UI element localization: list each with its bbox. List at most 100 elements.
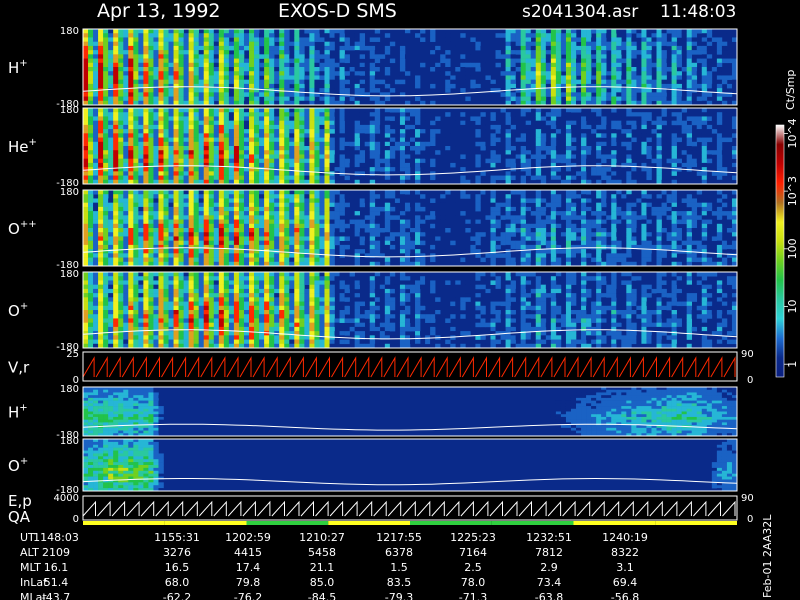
- spectrogram-cell: [420, 37, 426, 42]
- spectrogram-cell: [284, 33, 290, 38]
- spectrogram-cell: [238, 75, 245, 80]
- spectrogram-cell: [198, 83, 205, 89]
- spectrogram-cell: [88, 50, 94, 55]
- spectrogram-cell: [168, 150, 174, 155]
- spectrogram-cell: [208, 45, 215, 51]
- spectrogram-cell: [243, 58, 250, 64]
- spectrogram-cell: [208, 54, 215, 59]
- spectrogram-cell: [299, 158, 305, 164]
- spectrogram-cell: [410, 232, 416, 237]
- spectrogram-cell: [269, 133, 275, 138]
- spectrogram-cell: [213, 190, 220, 195]
- spectrogram-cell: [203, 37, 210, 42]
- spectrogram-cell: [218, 167, 225, 172]
- spectrogram-cell: [203, 202, 210, 208]
- spectrogram-cell: [158, 223, 164, 229]
- spectrogram-cell: [641, 120, 647, 126]
- spectrogram-cell: [289, 211, 295, 216]
- spectrogram-cell: [208, 37, 215, 42]
- spectrogram-cell: [701, 175, 708, 181]
- spectrogram-cell: [671, 58, 677, 64]
- spectrogram-cell: [379, 124, 386, 130]
- spectrogram-cell: [691, 120, 698, 126]
- spectrogram-cell: [289, 228, 295, 233]
- spectrogram-cell: [203, 88, 210, 93]
- spectrogram-cell: [319, 88, 325, 93]
- spectrogram-cell: [550, 120, 557, 126]
- spectrogram-cell: [611, 167, 617, 172]
- spectrogram-cell: [500, 108, 506, 113]
- spectrogram-cell: [384, 45, 391, 51]
- spectrogram-cell: [525, 190, 532, 195]
- spectrogram-cell: [249, 236, 255, 241]
- spectrogram-cell: [430, 257, 436, 263]
- spectrogram-cell: [324, 41, 330, 47]
- spectrogram-cell: [183, 167, 189, 172]
- spectrogram-cell: [651, 62, 657, 68]
- spectrogram-cell: [294, 71, 300, 76]
- spectrogram-cell: [233, 67, 240, 72]
- spectrogram-cell: [631, 137, 637, 143]
- spectrogram-cell: [128, 50, 134, 55]
- spectrogram-cell: [369, 124, 376, 130]
- spectrogram-cell: [530, 50, 537, 55]
- spectrogram-cell: [279, 120, 285, 126]
- spectrogram-cell: [661, 96, 667, 102]
- spectrogram-cell: [163, 50, 169, 55]
- spectrogram-cell: [118, 79, 124, 85]
- spectrogram-cell: [681, 150, 687, 155]
- spectrogram-cell: [233, 116, 240, 121]
- spectrogram-cell: [379, 79, 386, 85]
- spectrogram-cell: [264, 79, 270, 85]
- spectrogram-cell: [238, 154, 245, 159]
- spectrogram-cell: [550, 154, 557, 159]
- spectrogram-cell: [475, 232, 481, 237]
- spectrogram-cell: [163, 158, 169, 164]
- spectrogram-cell: [646, 129, 652, 134]
- spectrogram-cell: [470, 167, 476, 172]
- spectrogram-cell: [601, 50, 607, 55]
- spectrogram-cell: [133, 96, 139, 102]
- spectrogram-cell: [389, 141, 396, 147]
- spectrogram-cell: [384, 232, 391, 237]
- spectrogram-cell: [249, 67, 255, 72]
- spectrogram-cell: [520, 75, 527, 80]
- spectrogram-cell: [173, 219, 179, 225]
- spectrogram-cell: [576, 62, 582, 68]
- spectrogram-cell: [354, 41, 360, 47]
- spectrogram-cell: [178, 41, 184, 47]
- spectrogram-cell: [173, 133, 179, 138]
- spectrogram-cell: [384, 137, 391, 143]
- spectrogram-cell: [565, 120, 572, 126]
- spectrogram-cell: [193, 124, 200, 130]
- spectrogram-cell: [113, 206, 119, 212]
- spectrogram-cell: [671, 137, 677, 143]
- spectrogram-cell: [560, 154, 567, 159]
- spectrogram-cell: [133, 67, 139, 72]
- spectrogram-cell: [163, 154, 169, 159]
- spectrogram-cell: [233, 175, 240, 181]
- spectrogram-cell: [193, 133, 200, 138]
- spectrogram-cell: [430, 54, 436, 59]
- spectrogram-cell: [254, 228, 260, 233]
- spectrogram-cell: [636, 167, 642, 172]
- spectrogram-cell: [641, 96, 647, 102]
- spectrogram-cell: [188, 167, 194, 172]
- spectrogram-cell: [93, 232, 99, 237]
- spectrogram-cell: [279, 83, 285, 89]
- spectrogram-cell: [399, 129, 406, 134]
- spectrogram-cell: [279, 236, 285, 241]
- spectrogram-cell: [550, 190, 557, 195]
- spectrogram-cell: [178, 162, 184, 168]
- spectrogram-cell: [525, 154, 532, 159]
- spectrogram-cell: [198, 96, 205, 102]
- spectrogram-cell: [249, 112, 255, 117]
- spectrogram-cell: [565, 54, 572, 59]
- spectrogram-cell: [505, 79, 511, 85]
- spectrogram-cell: [294, 146, 300, 151]
- spectrogram-cell: [198, 45, 205, 51]
- spectrogram-cell: [661, 50, 667, 55]
- spectrogram-cell: [218, 236, 225, 241]
- spectrogram-cell: [520, 129, 527, 134]
- spectrogram-cell: [168, 58, 174, 64]
